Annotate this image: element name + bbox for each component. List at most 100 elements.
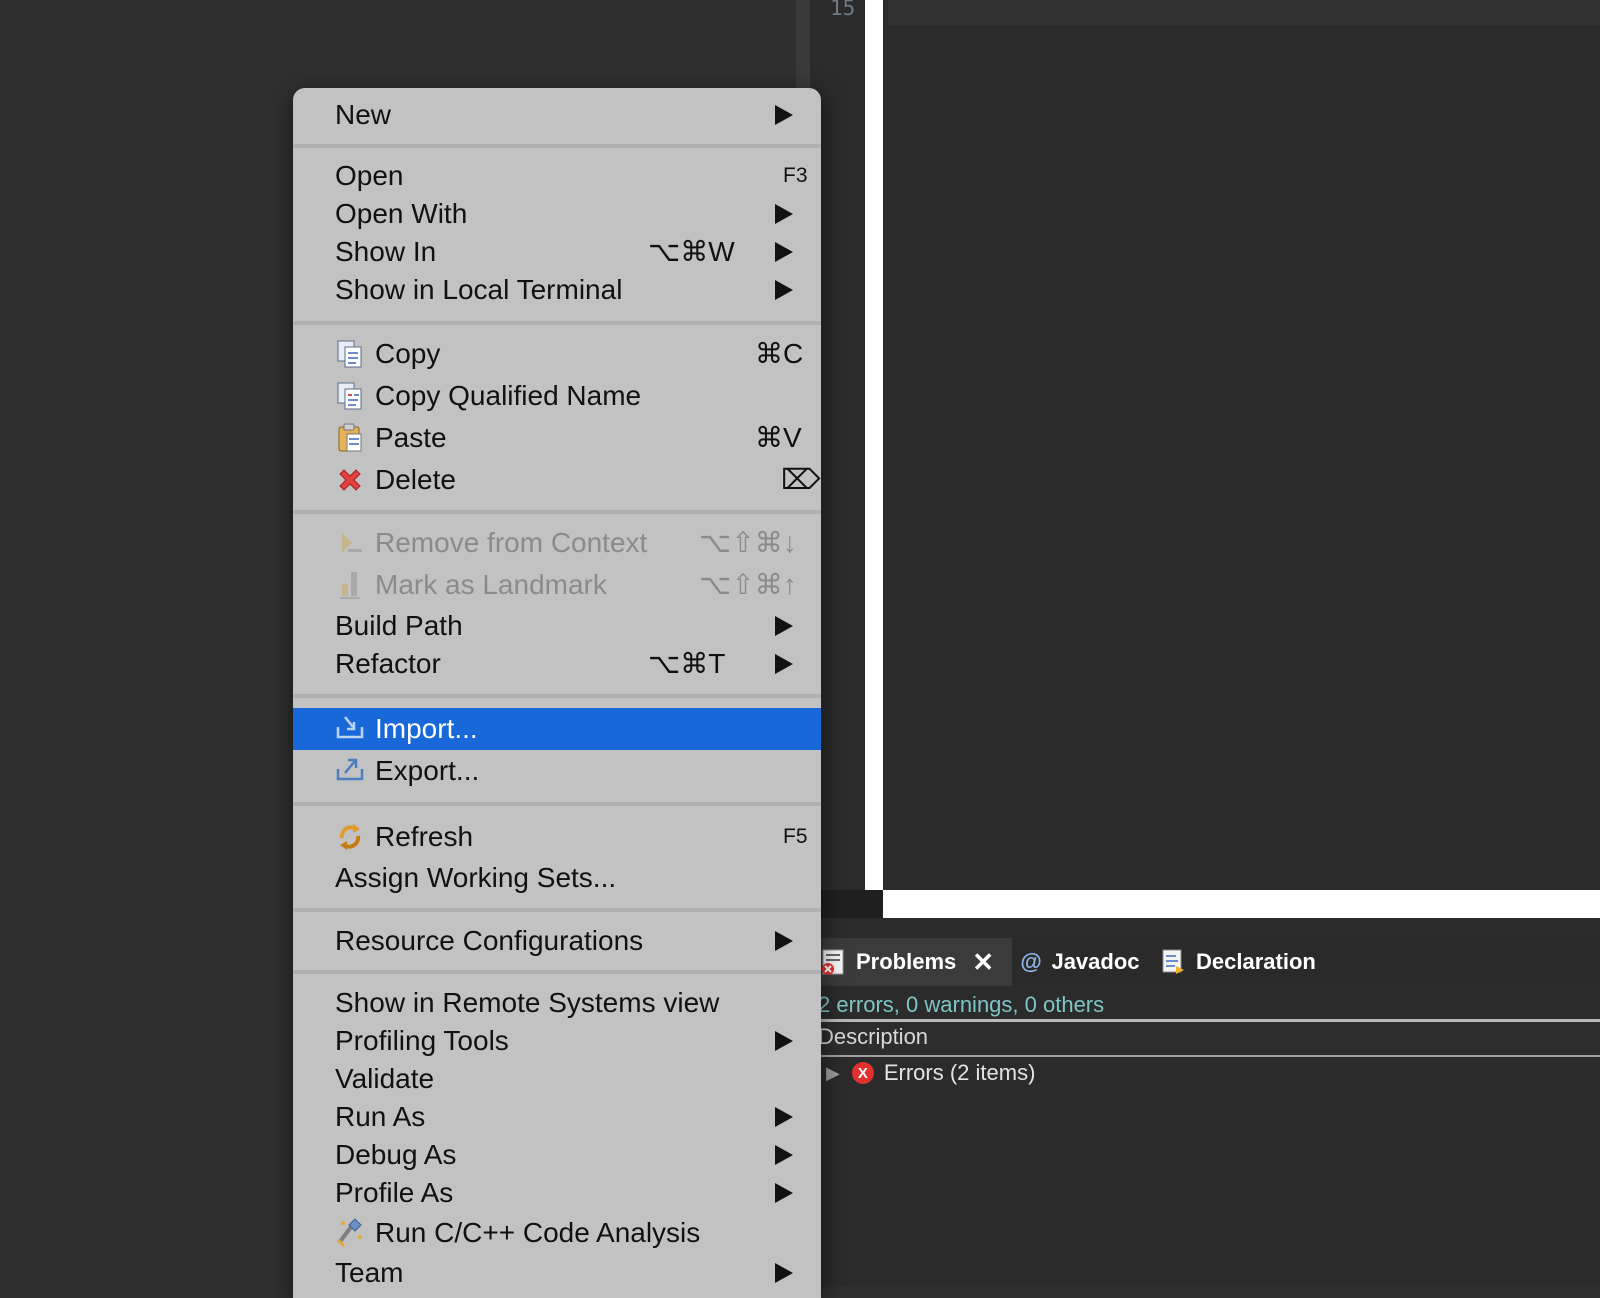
menu-item-label: Validate	[335, 1063, 435, 1094]
submenu-arrow-icon	[775, 280, 793, 300]
menu-separator	[293, 510, 821, 514]
import-icon	[335, 712, 365, 742]
tab-problems-label: Problems	[856, 949, 957, 974]
menu-item-remove-from-context[interactable]: Remove from Context ⌥⇧⌘↓	[293, 524, 821, 562]
code-editor[interactable]	[883, 0, 1600, 890]
menu-item-run-code-analysis[interactable]: Run C/C++ Code Analysis	[293, 1212, 821, 1254]
menu-item-label: Copy	[375, 338, 441, 369]
menu-item-validate[interactable]: Validate	[293, 1060, 821, 1098]
menu-item-label: Remove from Context	[375, 527, 648, 558]
error-group-row[interactable]: ▶ X Errors (2 items)	[826, 1060, 1035, 1086]
menu-item-label: Delete	[375, 464, 456, 495]
submenu-arrow-icon	[775, 204, 793, 224]
menu-shortcut: ⌥⌘T	[648, 648, 726, 679]
menu-separator	[293, 321, 821, 325]
landmark-icon	[335, 570, 365, 600]
problems-icon	[820, 948, 846, 976]
menu-item-new[interactable]: New	[293, 96, 821, 134]
menu-item-label: Open With	[335, 198, 468, 229]
menu-shortcut: ⌦	[781, 464, 821, 495]
menu-item-profile-as[interactable]: Profile As	[293, 1174, 821, 1212]
menu-item-open-with[interactable]: Open With	[293, 195, 821, 233]
menu-item-copy[interactable]: Copy ⌘C	[293, 335, 821, 373]
menu-item-label: Resource Configurations	[335, 925, 644, 956]
close-icon[interactable]: ✕	[972, 947, 994, 978]
menu-item-delete[interactable]: Delete ⌦	[293, 461, 821, 499]
menu-shortcut: ⌥⌘W	[648, 236, 735, 267]
menu-item-label: Build Path	[335, 610, 463, 641]
context-menu: New Open F3 Open With Show In ⌥⌘W Show i…	[293, 88, 821, 1298]
tab-javadoc[interactable]: @ Javadoc	[1020, 938, 1140, 986]
menu-item-label: Show In	[335, 236, 437, 267]
refresh-icon	[335, 822, 365, 852]
at-icon: @	[1020, 949, 1042, 974]
vertical-scrollbar[interactable]	[796, 0, 810, 95]
menu-separator	[293, 908, 821, 912]
column-header-description[interactable]: Description	[810, 1022, 1600, 1055]
menu-shortcut: ⌘V	[755, 422, 802, 453]
menu-shortcut: ⌥⇧⌘↓	[699, 527, 797, 558]
menu-item-label: Show in Local Terminal	[335, 274, 623, 305]
menu-item-refactor[interactable]: Refactor ⌥⌘T	[293, 645, 821, 683]
menu-item-label: Assign Working Sets...	[335, 862, 617, 893]
divider	[810, 1055, 1600, 1057]
menu-item-label: Debug As	[335, 1139, 457, 1170]
export-icon	[335, 754, 365, 784]
code-analysis-icon	[335, 1216, 365, 1247]
tab-declaration-label: Declaration	[1196, 949, 1316, 974]
menu-item-copy-qualified-name[interactable]: Copy Qualified Name	[293, 377, 821, 415]
menu-separator	[293, 694, 821, 698]
menu-item-assign-working-sets[interactable]: Assign Working Sets...	[293, 859, 821, 897]
menu-item-label: Copy Qualified Name	[375, 380, 642, 411]
submenu-arrow-icon	[775, 931, 793, 951]
tab-declaration[interactable]: Declaration	[1160, 938, 1316, 986]
menu-item-mark-as-landmark[interactable]: Mark as Landmark ⌥⇧⌘↑	[293, 566, 821, 604]
menu-item-open[interactable]: Open F3	[293, 157, 821, 195]
menu-item-paste[interactable]: Paste ⌘V	[293, 419, 821, 457]
submenu-arrow-icon	[775, 105, 793, 125]
menu-separator	[293, 144, 821, 148]
menu-item-label: Profiling Tools	[335, 1025, 509, 1056]
menu-item-show-in-local-terminal[interactable]: Show in Local Terminal	[293, 271, 821, 309]
menu-item-run-as[interactable]: Run As	[293, 1098, 821, 1136]
menu-item-debug-as[interactable]: Debug As	[293, 1136, 821, 1174]
line-number: 15	[830, 0, 856, 20]
expand-triangle-icon[interactable]: ▶	[826, 1063, 840, 1084]
submenu-arrow-icon	[775, 1145, 793, 1165]
menu-item-label: Team	[335, 1257, 404, 1288]
menu-shortcut: F5	[783, 825, 808, 848]
remove-from-context-icon	[335, 528, 365, 558]
menu-item-profiling-tools[interactable]: Profiling Tools	[293, 1022, 821, 1060]
paste-icon	[335, 423, 365, 453]
submenu-arrow-icon	[775, 1183, 793, 1203]
menu-item-label: Show in Remote Systems view	[335, 987, 720, 1018]
menu-item-build-path[interactable]: Build Path	[293, 607, 821, 645]
menu-item-resource-configurations[interactable]: Resource Configurations	[293, 922, 821, 960]
menu-item-label: Export...	[375, 755, 480, 786]
editor-divider	[865, 0, 883, 890]
menu-shortcut: ⌥⇧⌘↑	[699, 569, 797, 600]
editor-horizontal-scrollbar[interactable]	[883, 890, 1600, 918]
menu-item-label: Refactor	[335, 648, 441, 679]
menu-item-team[interactable]: Team	[293, 1254, 821, 1292]
menu-item-export[interactable]: Export...	[293, 750, 821, 792]
menu-item-refresh[interactable]: Refresh F5	[293, 818, 821, 856]
menu-item-label: Run C/C++ Code Analysis	[375, 1217, 701, 1248]
error-icon: X	[851, 1062, 874, 1084]
menu-item-label: Mark as Landmark	[375, 569, 607, 600]
column-header-label: Description	[818, 1024, 929, 1049]
submenu-arrow-icon	[775, 242, 793, 262]
submenu-arrow-icon	[775, 1031, 793, 1051]
tab-javadoc-label: Javadoc	[1051, 949, 1140, 974]
tab-problems[interactable]: Problems ✕	[814, 938, 1012, 986]
menu-item-label: Paste	[375, 422, 447, 453]
menu-item-label: Import...	[375, 713, 478, 744]
menu-item-import[interactable]: Import...	[293, 708, 821, 750]
submenu-arrow-icon	[775, 1107, 793, 1127]
menu-item-label: Profile As	[335, 1177, 454, 1208]
menu-item-show-in[interactable]: Show In ⌥⌘W	[293, 233, 821, 271]
submenu-arrow-icon	[775, 1263, 793, 1283]
menu-item-label: Run As	[335, 1101, 426, 1132]
menu-shortcut: ⌘C	[755, 338, 804, 369]
menu-item-show-in-remote-systems-view[interactable]: Show in Remote Systems view	[293, 984, 821, 1022]
